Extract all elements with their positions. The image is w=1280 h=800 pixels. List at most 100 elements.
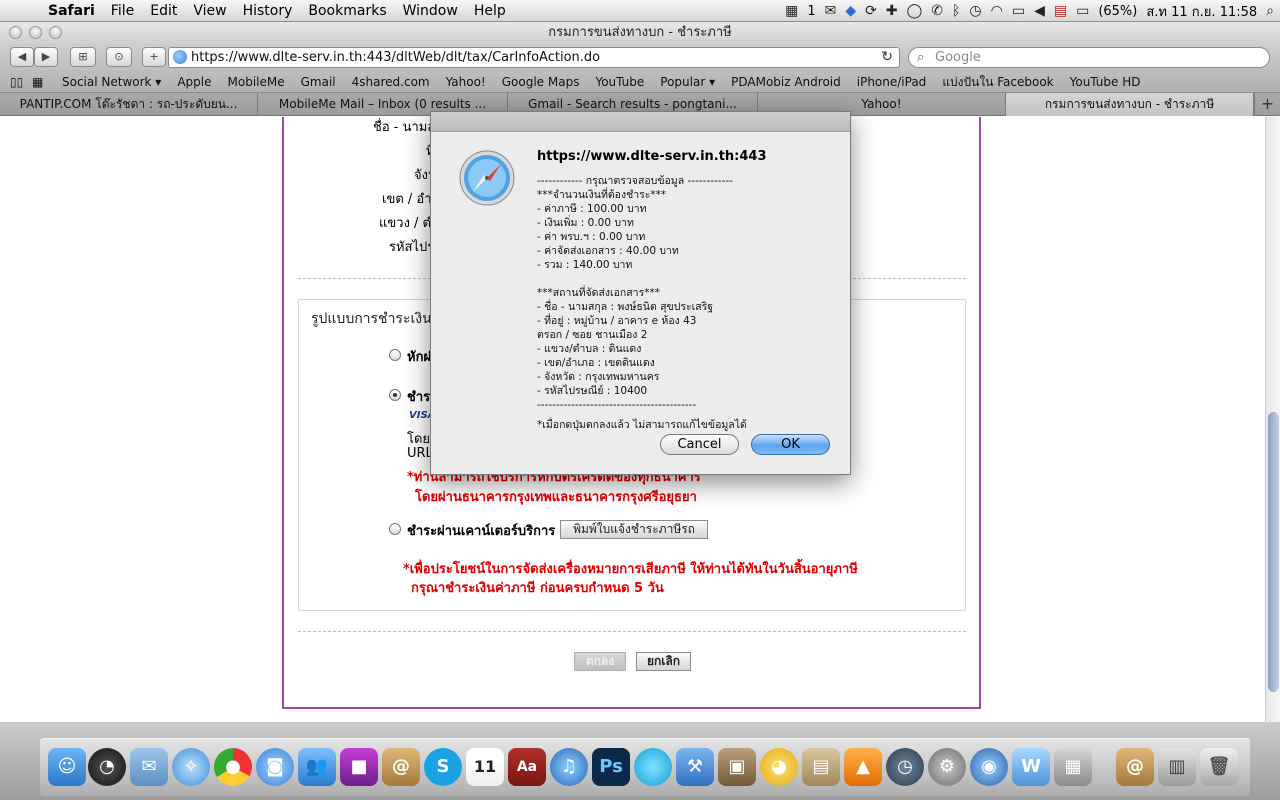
menu-window[interactable]: Window <box>395 3 466 19</box>
app-icon[interactable]: W <box>1012 748 1050 786</box>
menu-app-name[interactable]: Safari <box>40 3 103 19</box>
bookmarks-bar: ▯▯ ▦ Social Network ▾ Apple MobileMe Gma… <box>0 72 1280 92</box>
app-icon[interactable] <box>634 748 672 786</box>
payment-option2-radio[interactable] <box>389 389 401 401</box>
xcode-icon[interactable]: ⚒ <box>676 748 714 786</box>
dictionary-icon[interactable]: Aa <box>508 748 546 786</box>
finder-icon[interactable]: ☺ <box>48 748 86 786</box>
menu-help[interactable]: Help <box>466 3 514 19</box>
close-window-icon[interactable] <box>9 26 22 39</box>
mail-status-icon[interactable]: ✉ <box>825 3 837 19</box>
dialog-line: - รหัสไปรษณีย์ : 10400 <box>537 385 648 397</box>
adium-icon[interactable]: ◕ <box>760 748 798 786</box>
back-button[interactable]: ◀ <box>10 47 34 67</box>
vlc-icon[interactable]: ▲ <box>844 748 882 786</box>
reading-list-icon[interactable]: ▯▯ <box>10 75 32 89</box>
mail-icon[interactable]: ✉ <box>130 748 168 786</box>
system-preferences-icon[interactable]: ⚙ <box>928 748 966 786</box>
app-icon[interactable]: ■ <box>340 748 378 786</box>
menu-file[interactable]: File <box>103 3 142 19</box>
minimize-window-icon[interactable] <box>29 26 42 39</box>
preview-icon[interactable]: ▤ <box>802 748 840 786</box>
new-tab-icon[interactable]: + <box>1254 93 1280 116</box>
dashboard-icon[interactable]: ◔ <box>88 748 126 786</box>
photoshop-icon[interactable]: Ps <box>592 748 630 786</box>
address-bar[interactable]: https://www.dlte-serv.in.th:443/dltWeb/d… <box>168 47 900 68</box>
tab-dlt[interactable]: กรมการขนส่งทางบก - ชำระภาษี <box>1006 93 1254 116</box>
bookmark-item[interactable]: MobileMe <box>220 75 293 89</box>
vertical-scrollbar[interactable] <box>1265 117 1280 722</box>
calendar-icon[interactable]: ▦ <box>785 3 798 19</box>
tab-pantip[interactable]: PANTIP.COM โต๊ะรัชดา : รถ-ประดับยน... <box>0 93 258 116</box>
zoom-window-icon[interactable] <box>49 26 62 39</box>
phone-icon[interactable]: ✆ <box>931 3 943 19</box>
bookmark-item[interactable]: Gmail <box>293 75 344 89</box>
payment-option3-radio[interactable] <box>389 523 401 535</box>
forward-button[interactable]: ▶ <box>34 47 58 67</box>
bookmark-item[interactable]: Popular ▾ <box>652 75 723 89</box>
dialog-cancel-button[interactable]: Cancel <box>660 434 739 455</box>
battery-icon[interactable]: ▭ <box>1076 3 1089 19</box>
bookmark-item[interactable]: PDAMobiz Android <box>723 75 849 89</box>
credit-note2: โดยผ่านธนาคารกรุงเทพและธนาคารกรุงศรีอยุธ… <box>415 490 697 505</box>
menu-view[interactable]: View <box>185 3 234 19</box>
scrollbar-thumb[interactable] <box>1268 412 1279 692</box>
itunes-icon[interactable]: ♫ <box>550 748 588 786</box>
divider <box>298 631 966 632</box>
downloads-icon[interactable]: ▥ <box>1158 748 1196 786</box>
time-machine-icon[interactable]: ◷ <box>886 748 924 786</box>
menu-history[interactable]: History <box>235 3 301 19</box>
confirm-button[interactable]: ตกลง <box>574 652 626 671</box>
bookmark-item[interactable]: แบ่งปันใน Facebook <box>934 73 1061 92</box>
bookmark-item[interactable]: YouTube <box>587 75 652 89</box>
show-all-bookmarks-button[interactable]: ⊞ <box>70 47 96 67</box>
dialog-line: - เงินเพิ่ม : 0.00 บาท <box>537 217 634 229</box>
chrome-icon[interactable]: ● <box>214 748 252 786</box>
iphoto-icon[interactable]: ▣ <box>718 748 756 786</box>
top-sites-icon[interactable]: ▦ <box>32 75 54 89</box>
clock[interactable]: ส.ท 11 ก.ย. 11:58 <box>1146 1 1257 22</box>
facetime-icon[interactable]: ◙ <box>256 748 294 786</box>
chat-icon[interactable]: ◯ <box>907 3 923 19</box>
volume-icon[interactable]: ◀ <box>1034 3 1045 19</box>
dialog-line: ***จำนวนเงินที่ต้องชำระ*** <box>537 189 667 201</box>
add-bookmark-button[interactable]: + <box>142 47 166 67</box>
time-machine-status-icon[interactable]: ◷ <box>969 3 981 19</box>
sync-icon[interactable]: ⟳ <box>865 3 877 19</box>
documents-icon[interactable]: @ <box>1116 748 1154 786</box>
skype-icon[interactable]: S <box>424 748 462 786</box>
flag-icon[interactable]: ▤ <box>1054 3 1067 19</box>
dialog-header <box>431 112 850 132</box>
bookmark-item[interactable]: Yahoo! <box>438 75 494 89</box>
dropbox-icon[interactable]: ◆ <box>845 3 856 19</box>
bookmark-item[interactable]: iPhone/iPad <box>849 75 935 89</box>
bookmark-item[interactable]: Apple <box>169 75 219 89</box>
trash-icon[interactable]: 🗑 <box>1200 748 1238 786</box>
bookmark-item[interactable]: 4shared.com <box>344 75 438 89</box>
display-icon[interactable]: ▭ <box>1012 3 1025 19</box>
ical-icon[interactable]: 11 <box>466 748 504 786</box>
app-status-icon[interactable]: ✚ <box>886 3 898 19</box>
downloads-button[interactable]: ⊙ <box>106 47 132 67</box>
contacts-icon[interactable]: 👥 <box>298 748 336 786</box>
menu-edit[interactable]: Edit <box>142 3 185 19</box>
payment-option1-radio[interactable] <box>389 349 401 361</box>
menu-bookmarks[interactable]: Bookmarks <box>300 3 394 19</box>
cancel-page-button[interactable]: ยกเลิก <box>636 652 691 671</box>
bookmark-item[interactable]: Social Network ▾ <box>54 75 169 89</box>
app-icon[interactable]: ◉ <box>970 748 1008 786</box>
address-book-icon[interactable]: @ <box>382 748 420 786</box>
print-tax-slip-button[interactable]: พิมพ์ใบแจ้งชำระภาษีรถ <box>560 520 708 539</box>
browser-toolbar: ◀ ▶ ⊞ ⊙ + https://www.dlte-serv.in.th:44… <box>0 44 1280 72</box>
bookmark-item[interactable]: Google Maps <box>494 75 588 89</box>
bookmark-item[interactable]: YouTube HD <box>1062 75 1149 89</box>
safari-icon[interactable]: ✧ <box>172 748 210 786</box>
spotlight-icon[interactable]: ⌕ <box>1266 3 1274 19</box>
bluetooth-icon[interactable]: ᛒ <box>952 3 960 19</box>
dialog-line: - ที่อยู่ : หมู่บ้าน / อาคาร e ห้อง 43 <box>537 315 697 327</box>
search-input[interactable]: ⌕ Google <box>908 47 1270 68</box>
dialog-ok-button[interactable]: OK <box>751 434 830 455</box>
wifi-icon[interactable]: ◠ <box>991 3 1003 19</box>
app-icon[interactable]: ▦ <box>1054 748 1092 786</box>
reload-icon[interactable]: ↻ <box>881 48 893 67</box>
